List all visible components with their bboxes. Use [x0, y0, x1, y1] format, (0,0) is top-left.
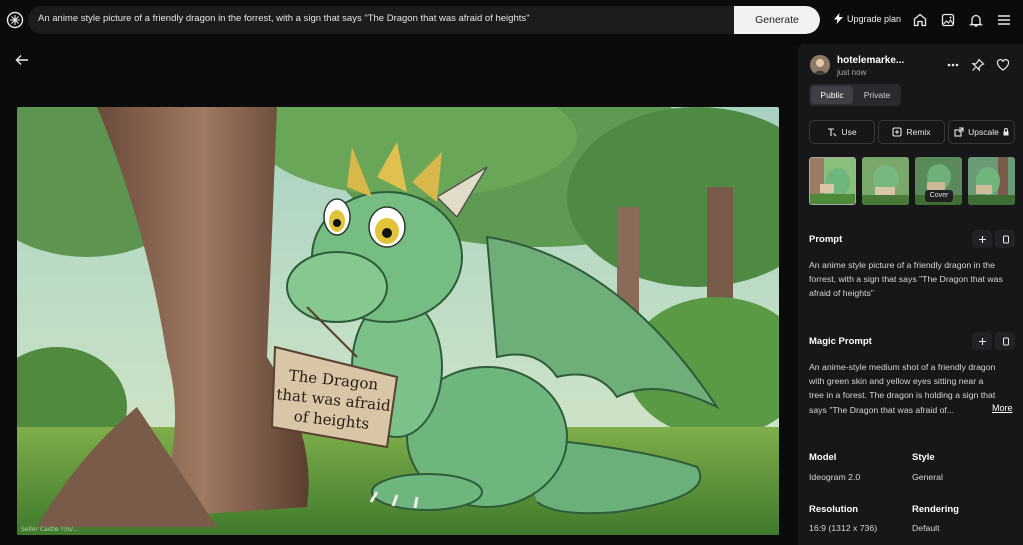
back-arrow-icon[interactable] [14, 52, 30, 68]
rendering-value: Default [912, 523, 940, 533]
prompt-text: An anime style picture of a friendly dra… [809, 260, 1003, 299]
cover-tooltip: Cover [925, 190, 953, 202]
resolution-value: 16:9 (1312 x 736) [809, 523, 878, 533]
magic-prompt-title: Magic Prompt [809, 336, 872, 347]
bell-icon[interactable] [968, 12, 984, 28]
home-icon[interactable] [912, 12, 928, 28]
image-watermark: Seller Castle !!/o/... [21, 526, 79, 533]
username[interactable]: hotelemarke... [837, 55, 904, 66]
pin-icon[interactable] [971, 58, 985, 72]
private-option[interactable]: Private [855, 86, 899, 104]
model-value: Ideogram 2.0 [809, 472, 861, 482]
copy-magic-prompt-button[interactable] [995, 332, 1015, 350]
add-prompt-button[interactable] [972, 230, 992, 248]
prompt-input[interactable]: An anime style picture of a friendly dra… [28, 6, 820, 34]
use-label: Use [841, 127, 857, 137]
gallery-icon[interactable] [940, 12, 956, 28]
model-label: Model [809, 452, 837, 463]
timestamp: just now [837, 68, 867, 77]
generate-button[interactable]: Generate [734, 6, 820, 34]
thumbnail-4[interactable] [968, 157, 1015, 205]
menu-icon[interactable] [996, 12, 1012, 28]
top-bar: An anime style picture of a friendly dra… [0, 0, 1023, 41]
remix-icon [892, 127, 903, 137]
style-label: Style [912, 452, 935, 463]
generated-image[interactable]: The Dragon that was afraid of heights Se… [17, 107, 779, 535]
remix-button[interactable]: Remix [878, 120, 945, 144]
resolution-label: Resolution [809, 504, 859, 515]
avatar[interactable] [810, 55, 830, 75]
add-magic-prompt-button[interactable] [972, 332, 992, 350]
plus-icon [978, 235, 986, 243]
logo-icon[interactable] [6, 11, 24, 29]
upgrade-plan-label: Upgrade plan [847, 13, 902, 24]
upscale-label: Upscale [968, 127, 999, 137]
lock-icon [1003, 128, 1009, 136]
copy-icon [1002, 337, 1009, 345]
magic-prompt-text: An anime-style medium shot of a friendly… [809, 362, 996, 415]
upgrade-plan-button[interactable]: Upgrade plan [834, 13, 901, 24]
heart-icon[interactable] [996, 58, 1010, 72]
upscale-icon [954, 127, 964, 137]
lightning-icon [834, 13, 843, 24]
style-value: General [912, 472, 943, 482]
use-button[interactable]: Use [809, 120, 875, 144]
copy-icon [1002, 235, 1009, 243]
more-options-icon[interactable] [946, 58, 960, 72]
plus-icon [978, 337, 986, 345]
more-link[interactable]: More [992, 403, 1013, 413]
copy-prompt-button[interactable] [995, 230, 1015, 248]
prompt-input-text[interactable]: An anime style picture of a friendly dra… [38, 13, 530, 24]
upscale-button[interactable]: Upscale [948, 120, 1015, 144]
thumbnail-1[interactable] [809, 157, 856, 205]
use-icon [828, 128, 837, 137]
prompt-title: Prompt [809, 234, 843, 245]
rendering-label: Rendering [912, 504, 959, 515]
visibility-toggle: Public Private [809, 84, 901, 106]
details-panel: hotelemarke... just now Public Private U… [798, 44, 1023, 545]
remix-label: Remix [906, 127, 931, 137]
thumbnail-2[interactable] [862, 157, 909, 205]
public-option[interactable]: Public [811, 86, 853, 104]
